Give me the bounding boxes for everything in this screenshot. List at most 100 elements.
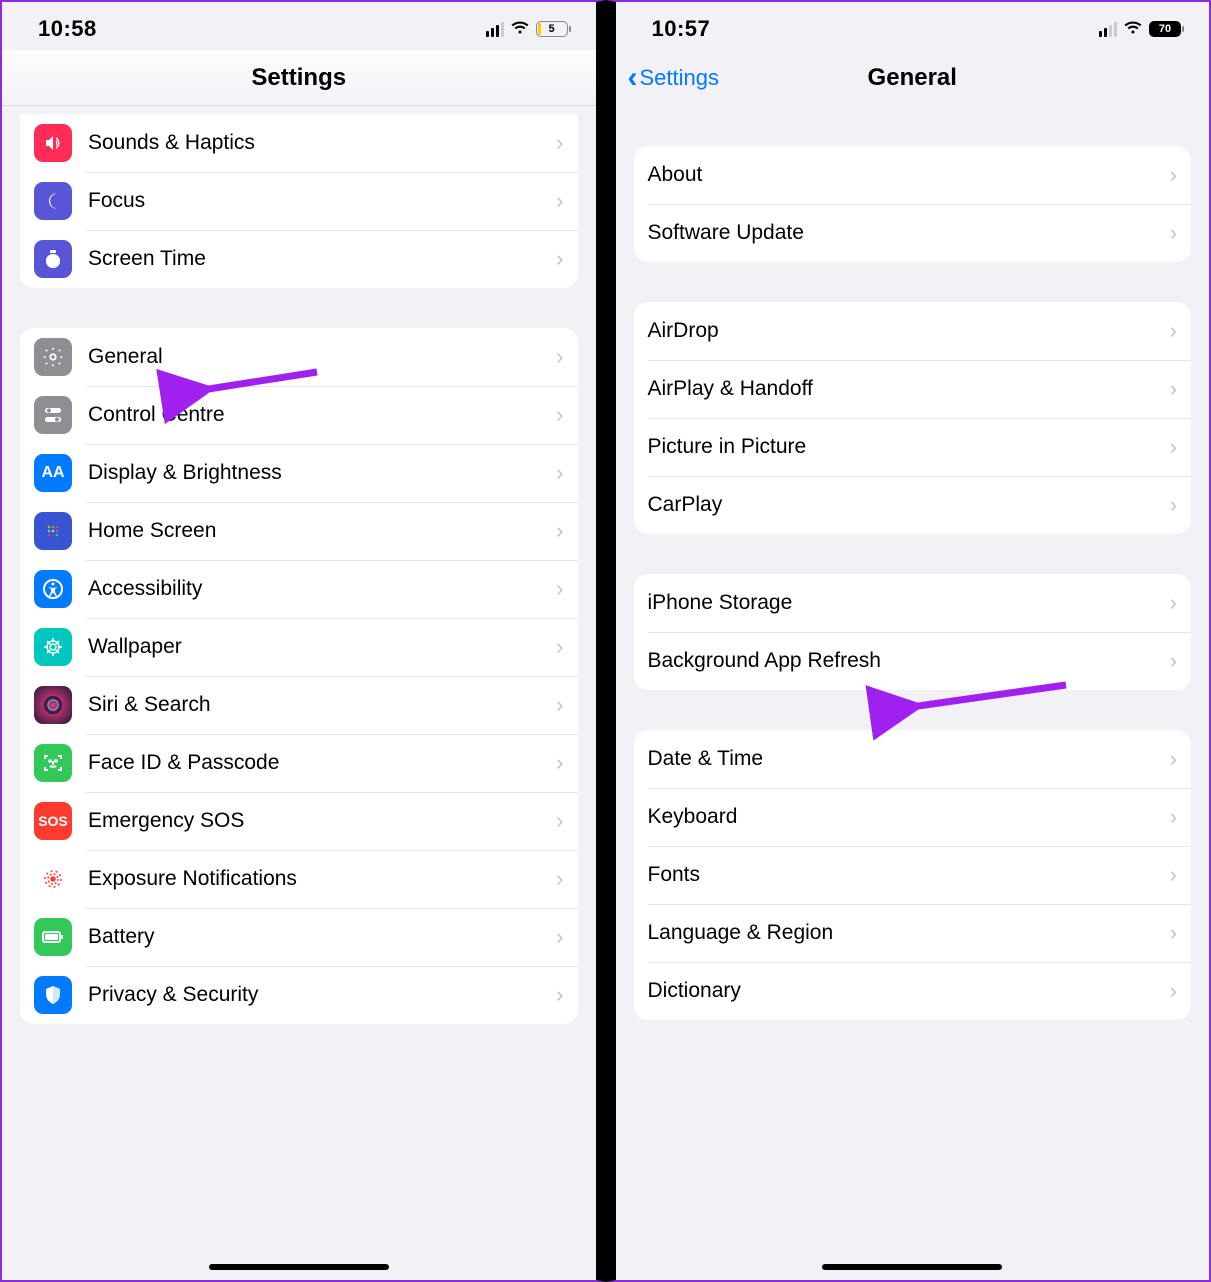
row-control-centre[interactable]: Control Centre › — [20, 386, 578, 444]
row-emergency-sos[interactable]: SOS Emergency SOS › — [20, 792, 578, 850]
faceid-icon — [34, 744, 72, 782]
control-centre-icon — [34, 396, 72, 434]
row-sounds-haptics[interactable]: Sounds & Haptics › — [20, 114, 578, 172]
row-exposure-notifications[interactable]: Exposure Notifications › — [20, 850, 578, 908]
clock: 10:58 — [38, 16, 97, 42]
accessibility-icon — [34, 570, 72, 608]
privacy-icon — [34, 976, 72, 1014]
row-display-brightness[interactable]: AA Display & Brightness › — [20, 444, 578, 502]
settings-group: Sounds & Haptics › Focus › Screen Time › — [20, 114, 578, 288]
clock: 10:57 — [652, 16, 711, 42]
row-label: Keyboard — [648, 805, 1170, 829]
battery-icon: 70 — [1149, 21, 1181, 37]
row-label: AirDrop — [648, 319, 1170, 343]
row-carplay[interactable]: CarPlay› — [634, 476, 1192, 534]
display-icon: AA — [34, 454, 72, 492]
row-label: About — [648, 163, 1170, 187]
row-fonts[interactable]: Fonts› — [634, 846, 1192, 904]
general-list[interactable]: About› Software Update› AirDrop› AirPlay… — [616, 106, 1210, 1264]
row-focus[interactable]: Focus › — [20, 172, 578, 230]
chevron-right-icon: › — [556, 866, 563, 892]
row-wallpaper[interactable]: Wallpaper › — [20, 618, 578, 676]
sounds-icon — [34, 124, 72, 162]
row-iphone-storage[interactable]: iPhone Storage› — [634, 574, 1192, 632]
row-general[interactable]: General › — [20, 328, 578, 386]
home-screen-icon — [34, 512, 72, 550]
home-indicator[interactable] — [209, 1264, 389, 1270]
row-label: iPhone Storage — [648, 591, 1170, 615]
general-screen: 10:57 70 ‹ Settings General About› Softw… — [606, 0, 1211, 1282]
row-label: Wallpaper — [88, 635, 556, 659]
chevron-right-icon: › — [556, 692, 563, 718]
chevron-right-icon: › — [1170, 220, 1177, 246]
back-label: Settings — [640, 65, 720, 91]
row-label: Display & Brightness — [88, 461, 556, 485]
row-siri-search[interactable]: Siri & Search › — [20, 676, 578, 734]
chevron-right-icon: › — [1170, 920, 1177, 946]
row-language-region[interactable]: Language & Region› — [634, 904, 1192, 962]
row-about[interactable]: About› — [634, 146, 1192, 204]
back-button[interactable]: ‹ Settings — [628, 63, 720, 93]
group: AirDrop› AirPlay & Handoff› Picture in P… — [634, 302, 1192, 534]
row-home-screen[interactable]: Home Screen › — [20, 502, 578, 560]
row-label: Siri & Search — [88, 693, 556, 717]
chevron-right-icon: › — [556, 576, 563, 602]
row-screen-time[interactable]: Screen Time › — [20, 230, 578, 288]
row-dictionary[interactable]: Dictionary› — [634, 962, 1192, 1020]
row-airplay-handoff[interactable]: AirPlay & Handoff› — [634, 360, 1192, 418]
row-label: Picture in Picture — [648, 435, 1170, 459]
chevron-right-icon: › — [1170, 162, 1177, 188]
row-label: Exposure Notifications — [88, 867, 556, 891]
chevron-right-icon: › — [556, 402, 563, 428]
row-privacy-security[interactable]: Privacy & Security › — [20, 966, 578, 1024]
settings-screen: 10:58 5 Settings Sounds & Haptics › Focu… — [0, 0, 606, 1282]
group: iPhone Storage› Background App Refresh› — [634, 574, 1192, 690]
chevron-right-icon: › — [1170, 434, 1177, 460]
row-label: Fonts — [648, 863, 1170, 887]
row-picture-in-picture[interactable]: Picture in Picture› — [634, 418, 1192, 476]
chevron-right-icon: › — [556, 188, 563, 214]
settings-group: General › Control Centre › AA Display & … — [20, 328, 578, 1024]
battery-icon — [34, 918, 72, 956]
row-label: Battery — [88, 925, 556, 949]
screen-time-icon — [34, 240, 72, 278]
row-label: Language & Region — [648, 921, 1170, 945]
chevron-right-icon: › — [556, 924, 563, 950]
status-indicators: 70 — [1099, 19, 1181, 40]
chevron-right-icon: › — [556, 808, 563, 834]
siri-icon — [34, 686, 72, 724]
battery-icon: 5 — [536, 21, 568, 37]
row-faceid-passcode[interactable]: Face ID & Passcode › — [20, 734, 578, 792]
chevron-right-icon: › — [556, 246, 563, 272]
wifi-icon — [1123, 19, 1143, 40]
wifi-icon — [510, 19, 530, 40]
row-battery[interactable]: Battery › — [20, 908, 578, 966]
status-bar: 10:57 70 — [616, 2, 1210, 50]
row-label: CarPlay — [648, 493, 1170, 517]
sos-icon: SOS — [34, 802, 72, 840]
status-bar: 10:58 5 — [2, 2, 596, 50]
row-label: AirPlay & Handoff — [648, 377, 1170, 401]
row-label: Emergency SOS — [88, 809, 556, 833]
chevron-right-icon: › — [1170, 978, 1177, 1004]
home-indicator[interactable] — [822, 1264, 1002, 1270]
group: About› Software Update› — [634, 146, 1192, 262]
row-date-time[interactable]: Date & Time› — [634, 730, 1192, 788]
chevron-right-icon: › — [1170, 648, 1177, 674]
chevron-right-icon: › — [1170, 590, 1177, 616]
row-background-app-refresh[interactable]: Background App Refresh› — [634, 632, 1192, 690]
wallpaper-icon — [34, 628, 72, 666]
row-label: Screen Time — [88, 247, 556, 271]
row-keyboard[interactable]: Keyboard› — [634, 788, 1192, 846]
row-label: Software Update — [648, 221, 1170, 245]
chevron-left-icon: ‹ — [628, 63, 638, 93]
row-accessibility[interactable]: Accessibility › — [20, 560, 578, 618]
row-software-update[interactable]: Software Update› — [634, 204, 1192, 262]
cellular-icon — [486, 22, 504, 37]
page-title: Settings — [251, 64, 346, 92]
row-airdrop[interactable]: AirDrop› — [634, 302, 1192, 360]
chevron-right-icon: › — [556, 518, 563, 544]
page-title: General — [868, 64, 957, 92]
chevron-right-icon: › — [556, 130, 563, 156]
settings-list[interactable]: Sounds & Haptics › Focus › Screen Time ›… — [2, 106, 596, 1264]
